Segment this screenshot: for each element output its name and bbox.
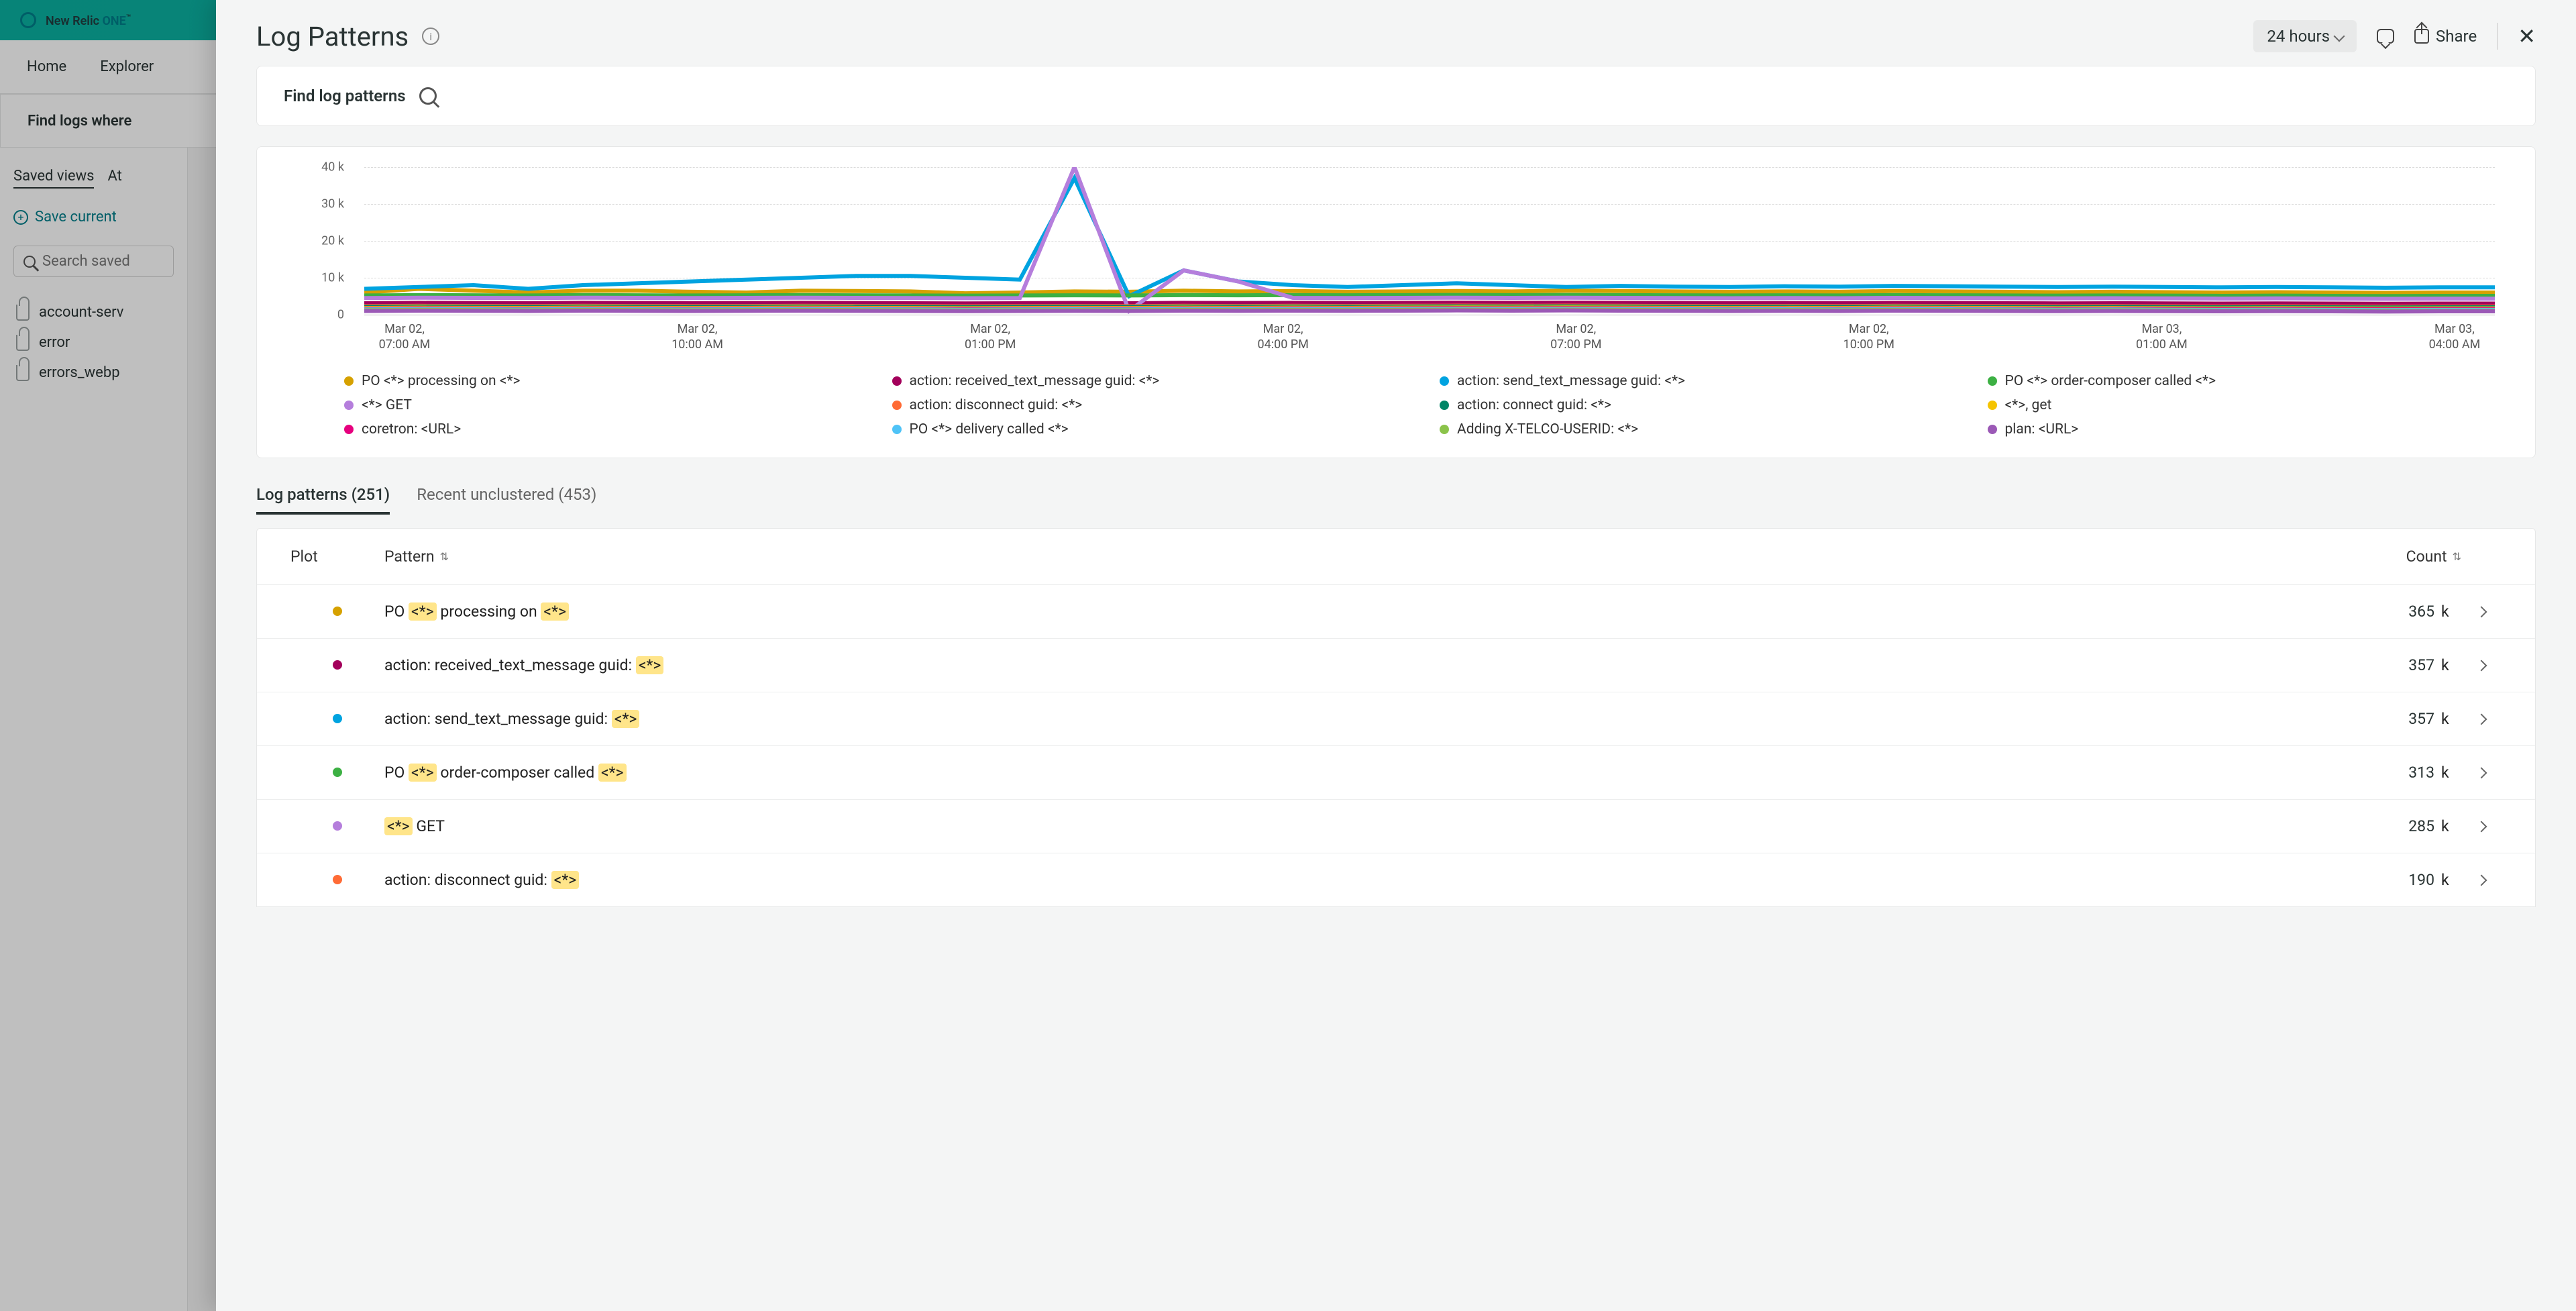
info-icon[interactable]: i <box>422 28 439 45</box>
legend-dot-icon <box>1988 425 1997 434</box>
search-icon <box>419 87 437 105</box>
expand-row[interactable] <box>2461 818 2502 835</box>
count-value: 357 <box>2334 710 2434 728</box>
legend-dot-icon <box>1988 376 1997 386</box>
legend-item[interactable]: PO <*> delivery called <*> <box>892 421 1400 437</box>
table-header: Plot Pattern⇅ Count⇅ <box>257 529 2535 584</box>
legend-item[interactable]: coretron: <URL> <box>344 421 852 437</box>
count-unit: k <box>2434 817 2461 835</box>
legend-item[interactable]: action: received_text_message guid: <*> <box>892 373 1400 389</box>
patterns-table: Plot Pattern⇅ Count⇅ PO <*> processing o… <box>256 528 2536 907</box>
x-tick: Mar 02,04:00 PM <box>1243 321 1324 353</box>
count-value: 190 <box>2334 871 2434 889</box>
legend-dot-icon <box>1988 401 1997 410</box>
table-row[interactable]: <*> GET285k <box>257 799 2535 853</box>
count-unit: k <box>2434 656 2461 674</box>
pattern-text: PO <*> order-composer called <*> <box>384 764 2334 782</box>
x-tick: Mar 02,07:00 PM <box>1536 321 1616 353</box>
time-picker[interactable]: 24 hours <box>2253 20 2357 52</box>
legend-item[interactable]: Adding X-TELCO-USERID: <*> <box>1440 421 1947 437</box>
sort-icon: ⇅ <box>440 550 449 563</box>
row-dot-icon <box>333 607 342 616</box>
count-unit: k <box>2434 710 2461 728</box>
divider <box>2497 23 2498 50</box>
x-tick: Mar 02,10:00 PM <box>1829 321 1909 353</box>
col-pattern[interactable]: Pattern⇅ <box>384 547 2314 566</box>
table-row[interactable]: action: send_text_message guid: <*>357k <box>257 692 2535 745</box>
count-value: 285 <box>2334 817 2434 835</box>
count-value: 313 <box>2334 764 2434 782</box>
patterns-chart-card: 40 k30 k20 k10 k0 Mar 02,07:00 AM Mar 02,… <box>256 146 2536 458</box>
close-button[interactable]: ✕ <box>2518 23 2536 49</box>
legend-dot-icon <box>344 376 354 386</box>
legend-item[interactable]: PO <*> order-composer called <*> <box>1988 373 2496 389</box>
legend-dot-icon <box>344 401 354 410</box>
table-row[interactable]: action: disconnect guid: <*>190k <box>257 853 2535 906</box>
legend-item[interactable]: <*>, get <box>1988 397 2496 413</box>
share-icon <box>2414 29 2429 44</box>
legend-item[interactable]: action: connect guid: <*> <box>1440 397 1947 413</box>
count-unit: k <box>2434 764 2461 782</box>
x-tick: Mar 03,01:00 AM <box>2121 321 2202 353</box>
legend-item[interactable]: action: disconnect guid: <*> <box>892 397 1400 413</box>
pattern-text: PO <*> processing on <*> <box>384 602 2334 621</box>
row-dot-icon <box>333 821 342 831</box>
feedback-icon[interactable] <box>2377 29 2394 44</box>
legend-dot-icon <box>344 425 354 434</box>
chevron-right-icon <box>2476 874 2487 886</box>
chevron-down-icon <box>2334 31 2345 42</box>
tab-log-patterns[interactable]: Log patterns (251) <box>256 485 390 515</box>
legend-dot-icon <box>892 425 902 434</box>
x-tick: Mar 02,07:00 AM <box>364 321 445 353</box>
pattern-text: <*> GET <box>384 817 2334 835</box>
chevron-right-icon <box>2476 606 2487 617</box>
x-tick: Mar 02,01:00 PM <box>950 321 1030 353</box>
count-value: 357 <box>2334 656 2434 674</box>
row-dot-icon <box>333 714 342 723</box>
patterns-chart[interactable]: 40 k30 k20 k10 k0 <box>317 167 2495 315</box>
share-button[interactable]: Share <box>2414 27 2477 46</box>
row-dot-icon <box>333 875 342 884</box>
legend-item[interactable]: PO <*> processing on <*> <box>344 373 852 389</box>
count-unit: k <box>2434 602 2461 621</box>
table-row[interactable]: PO <*> order-composer called <*>313k <box>257 745 2535 799</box>
legend-dot-icon <box>1440 401 1449 410</box>
pattern-text: action: received_text_message guid: <*> <box>384 656 2334 674</box>
chevron-right-icon <box>2476 821 2487 832</box>
row-dot-icon <box>333 768 342 777</box>
legend-item[interactable]: action: send_text_message guid: <*> <box>1440 373 1947 389</box>
sort-icon: ⇅ <box>2453 550 2461 563</box>
panel-title: Log Patterns i <box>256 21 439 52</box>
chevron-right-icon <box>2476 713 2487 725</box>
count-unit: k <box>2434 871 2461 889</box>
legend-item[interactable]: <*> GET <box>344 397 852 413</box>
expand-row[interactable] <box>2461 711 2502 727</box>
legend-dot-icon <box>892 401 902 410</box>
count-value: 365 <box>2334 602 2434 621</box>
x-tick: Mar 03,04:00 AM <box>2414 321 2495 353</box>
legend-dot-icon <box>1440 425 1449 434</box>
legend-dot-icon <box>892 376 902 386</box>
table-row[interactable]: action: received_text_message guid: <*>3… <box>257 638 2535 692</box>
expand-row[interactable] <box>2461 603 2502 620</box>
table-row[interactable]: PO <*> processing on <*>365k <box>257 584 2535 638</box>
chevron-right-icon <box>2476 660 2487 671</box>
pattern-text: action: disconnect guid: <*> <box>384 871 2334 889</box>
expand-row[interactable] <box>2461 872 2502 888</box>
tab-recent-unclustered[interactable]: Recent unclustered (453) <box>417 485 596 515</box>
col-plot: Plot <box>290 547 384 566</box>
chevron-right-icon <box>2476 767 2487 778</box>
legend-dot-icon <box>1440 376 1449 386</box>
log-patterns-panel: Log Patterns i 24 hours Share ✕ Find log… <box>216 0 2576 1311</box>
x-tick: Mar 02,10:00 AM <box>657 321 738 353</box>
expand-row[interactable] <box>2461 657 2502 674</box>
find-patterns-search[interactable]: Find log patterns <box>256 66 2536 126</box>
row-dot-icon <box>333 660 342 670</box>
expand-row[interactable] <box>2461 764 2502 781</box>
legend-item[interactable]: plan: <URL> <box>1988 421 2496 437</box>
col-count[interactable]: Count⇅ <box>2314 547 2461 566</box>
pattern-text: action: send_text_message guid: <*> <box>384 710 2334 728</box>
